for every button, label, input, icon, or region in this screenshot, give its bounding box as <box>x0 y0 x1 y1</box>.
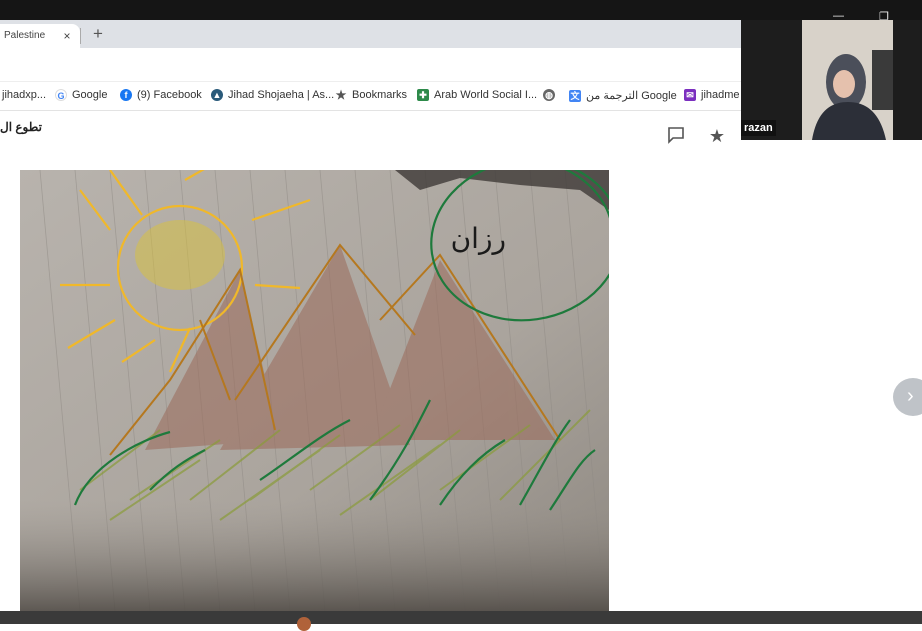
star-icon: ★ <box>335 88 347 102</box>
bookmark-jihad-shojaeha[interactable]: ▲ Jihad Shojaeha | As... <box>211 89 334 101</box>
participant-name: razan <box>741 120 776 136</box>
bookmark-arab-world[interactable]: ✚ Arab World Social I... <box>417 89 537 101</box>
page-title: تطوع ال <box>0 120 42 134</box>
globe-icon: ◍ <box>543 89 555 101</box>
restore-icon[interactable]: ❐ <box>879 10 889 23</box>
bookmark-jihadxp[interactable]: jihadxp... <box>2 89 46 101</box>
tab-close-icon[interactable]: × <box>60 30 74 44</box>
chevron-right-icon: › <box>907 385 914 407</box>
next-slide-button[interactable]: › <box>893 378 922 416</box>
window-top-bar <box>0 0 922 20</box>
bookmark-facebook[interactable]: f (9) Facebook <box>120 89 202 101</box>
star-icon[interactable]: ★ <box>707 126 727 146</box>
bookmark-globe[interactable]: ◍ <box>543 89 555 101</box>
site-icon: ✚ <box>417 89 429 101</box>
drawing-image: رزان <box>20 170 609 611</box>
google-icon: G <box>55 89 67 101</box>
comment-icon[interactable] <box>666 126 686 146</box>
taskbar-app-icon[interactable] <box>297 617 311 631</box>
site-icon: ▲ <box>211 89 223 101</box>
bottom-bar <box>0 611 922 624</box>
bookmark-bookmarks[interactable]: ★ Bookmarks <box>335 89 407 101</box>
bookmark-translate[interactable]: 文 الترجمة من Google <box>569 89 677 102</box>
drawing-caption: رزان <box>451 222 506 255</box>
bookmark-google[interactable]: G Google <box>55 89 107 101</box>
minimize-icon[interactable]: — <box>833 10 844 22</box>
participant-video <box>802 20 893 140</box>
tab-separator <box>80 28 81 44</box>
tab-title: Palestine <box>4 30 46 41</box>
bookmark-jihadme[interactable]: ✉ jihadme <box>684 89 740 101</box>
facebook-icon: f <box>120 89 132 101</box>
mail-icon: ✉ <box>684 89 696 101</box>
translate-icon: 文 <box>569 89 581 102</box>
new-tab-button[interactable]: + <box>90 25 106 43</box>
